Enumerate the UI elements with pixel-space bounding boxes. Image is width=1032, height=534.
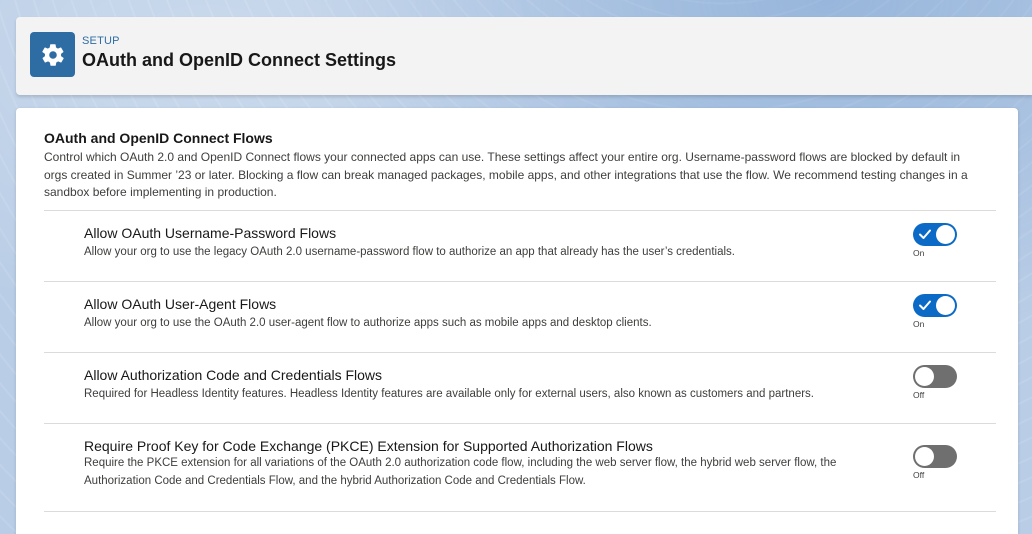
auth-code-credentials-toggle[interactable] bbox=[913, 365, 957, 388]
toggle-knob bbox=[936, 296, 955, 315]
user-agent-toggle[interactable] bbox=[913, 294, 957, 317]
check-icon bbox=[919, 229, 931, 239]
divider bbox=[44, 511, 996, 512]
toggle-state-label: On bbox=[913, 248, 925, 258]
setting-description: Allow your org to use the OAuth 2.0 user… bbox=[84, 317, 652, 329]
settings-card: OAuth and OpenID Connect Flows Control w… bbox=[16, 108, 1018, 534]
setting-title: Require Proof Key for Code Exchange (PKC… bbox=[84, 438, 653, 454]
setting-title: Allow Authorization Code and Credentials… bbox=[84, 367, 383, 383]
page-title: OAuth and OpenID Connect Settings bbox=[82, 50, 396, 70]
setting-description: Allow your org to use the legacy OAuth 2… bbox=[84, 246, 735, 258]
setting-row-auth-code-credentials: Allow Authorization Code and Credentials… bbox=[44, 352, 996, 423]
pkce-toggle[interactable] bbox=[913, 445, 957, 468]
header-eyebrow: SETUP bbox=[82, 35, 120, 47]
toggle-knob bbox=[915, 367, 934, 386]
setting-title: Allow OAuth User-Agent Flows bbox=[84, 296, 277, 312]
toggle-knob bbox=[936, 225, 955, 244]
toggle-state-label: On bbox=[913, 319, 925, 329]
page-header: SETUP OAuth and OpenID Connect Settings bbox=[16, 17, 1032, 95]
setting-description: Require the PKCE extension for all varia… bbox=[84, 457, 837, 487]
toggle-state-label: Off bbox=[913, 390, 925, 400]
setting-row-pkce: Require Proof Key for Code Exchange (PKC… bbox=[44, 423, 996, 511]
gear-icon bbox=[30, 32, 75, 77]
username-password-toggle[interactable] bbox=[913, 223, 957, 246]
setting-description: Required for Headless Identity features.… bbox=[84, 388, 814, 400]
toggle-knob bbox=[915, 447, 934, 466]
setting-row-user-agent: Allow OAuth User-Agent Flows Allow your … bbox=[44, 281, 996, 352]
section-description: Control which OAuth 2.0 and OpenID Conne… bbox=[44, 150, 968, 199]
setting-title: Allow OAuth Username-Password Flows bbox=[84, 225, 337, 241]
check-icon bbox=[919, 300, 931, 310]
section-title: OAuth and OpenID Connect Flows bbox=[44, 130, 273, 146]
setting-row-username-password: Allow OAuth Username-Password Flows Allo… bbox=[44, 210, 996, 281]
toggle-state-label: Off bbox=[913, 470, 925, 480]
